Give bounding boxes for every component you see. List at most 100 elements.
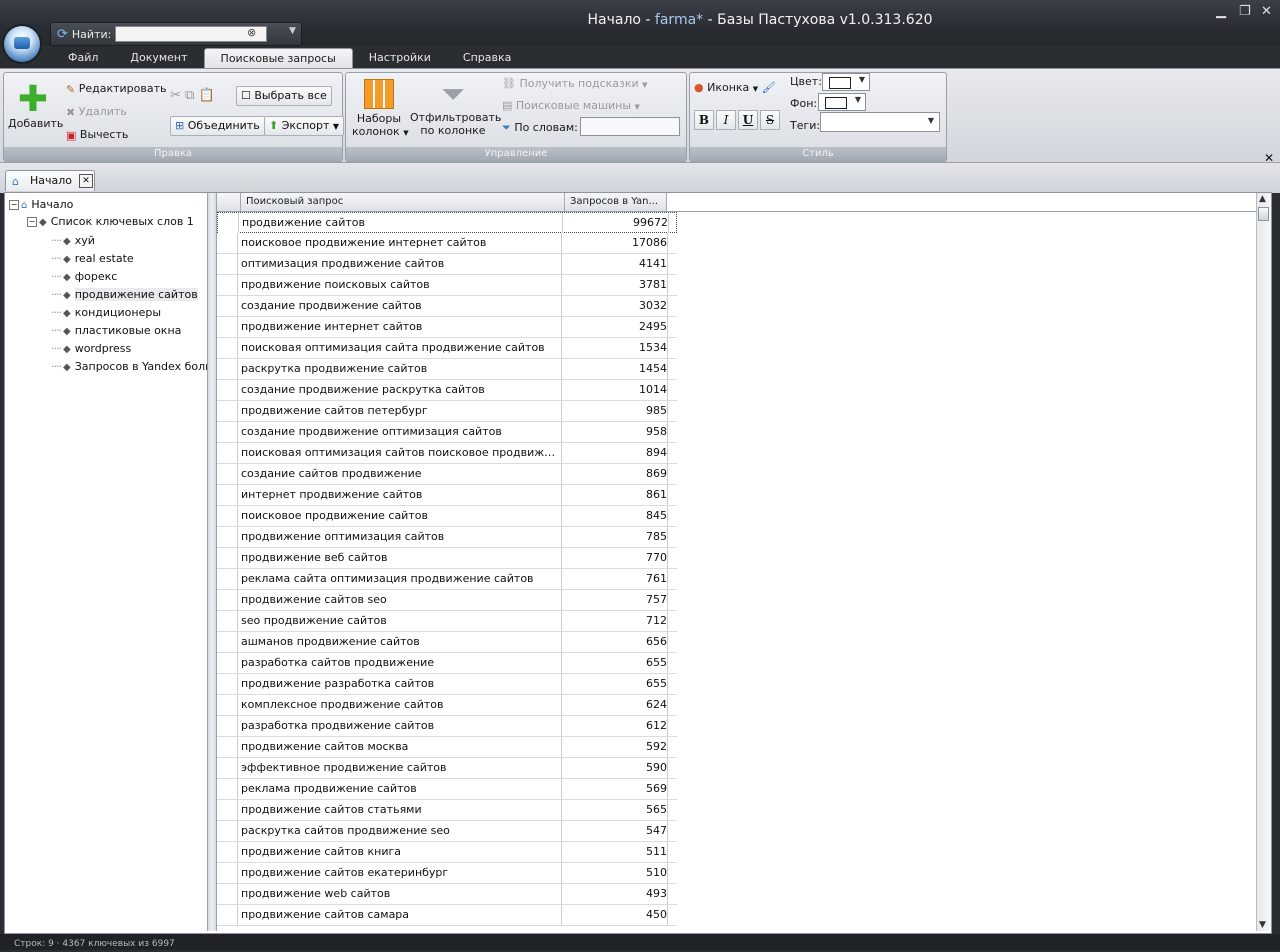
- tab-document[interactable]: Документ: [114, 48, 203, 70]
- count-cell[interactable]: 655: [565, 674, 668, 694]
- bold-button[interactable]: B: [694, 110, 714, 130]
- row-indicator[interactable]: [217, 569, 238, 589]
- count-cell[interactable]: 2495: [565, 317, 668, 337]
- query-cell[interactable]: создание продвижение сайтов: [241, 296, 562, 316]
- count-cell[interactable]: 3032: [565, 296, 668, 316]
- count-cell[interactable]: 656: [565, 632, 668, 652]
- count-cell[interactable]: 770: [565, 548, 668, 568]
- row-indicator[interactable]: [217, 338, 238, 358]
- query-cell[interactable]: продвижение сайтов seo: [241, 590, 562, 610]
- table-row[interactable]: создание продвижение сайтов 3032: [217, 296, 677, 317]
- query-cell[interactable]: ашманов продвижение сайтов: [241, 632, 562, 652]
- count-cell[interactable]: 655: [565, 653, 668, 673]
- column-header-query[interactable]: Поисковый запрос: [241, 193, 565, 211]
- refresh-icon[interactable]: ⟳: [57, 27, 68, 42]
- table-row[interactable]: продвижение сайтов москва 592: [217, 737, 677, 758]
- row-indicator[interactable]: [217, 716, 238, 736]
- scroll-down-icon[interactable]: ▼: [1259, 920, 1266, 930]
- filter-by-column-button[interactable]: ⏷ Отфильтровать по колонке: [410, 79, 501, 138]
- subtract-button[interactable]: ▣ Вычесть: [66, 128, 128, 142]
- tab-file[interactable]: Файл: [52, 48, 114, 70]
- copy-icon[interactable]: ⧉: [185, 88, 194, 103]
- query-cell[interactable]: поисковое продвижение интернет сайтов: [241, 233, 562, 253]
- query-cell[interactable]: поисковая оптимизация сайтов поисковое п…: [241, 443, 562, 463]
- query-cell[interactable]: интернет продвижение сайтов: [241, 485, 562, 505]
- query-cell[interactable]: продвижение веб сайтов: [241, 548, 562, 568]
- row-indicator[interactable]: [217, 233, 238, 253]
- count-cell[interactable]: 869: [565, 464, 668, 484]
- table-row[interactable]: продвижение сайтов seo 757: [217, 590, 677, 611]
- query-cell[interactable]: продвижение разработка сайтов: [241, 674, 562, 694]
- count-cell[interactable]: 1534: [565, 338, 668, 358]
- table-row[interactable]: создание сайтов продвижение 869: [217, 464, 677, 485]
- query-cell[interactable]: комплексное продвижение сайтов: [241, 695, 562, 715]
- count-cell[interactable]: 845: [565, 506, 668, 526]
- query-cell[interactable]: продвижение сайтов петербург: [241, 401, 562, 421]
- count-cell[interactable]: 565: [565, 800, 668, 820]
- scroll-up-icon[interactable]: ▲: [1259, 194, 1266, 204]
- get-hints-button[interactable]: ⛓ Получить подсказки ▼: [502, 77, 648, 90]
- query-cell[interactable]: продвижение сайтов книга: [241, 842, 562, 862]
- query-cell[interactable]: продвижение web сайтов: [241, 884, 562, 904]
- count-cell[interactable]: 569: [565, 779, 668, 799]
- count-cell[interactable]: 547: [565, 821, 668, 841]
- count-cell[interactable]: 590: [565, 758, 668, 778]
- table-row[interactable]: ашманов продвижение сайтов 656: [217, 632, 677, 653]
- vertical-scrollbar[interactable]: ▲ ▼: [1256, 193, 1271, 931]
- italic-button[interactable]: I: [716, 110, 736, 130]
- delete-button[interactable]: ✖ Удалить: [66, 105, 127, 119]
- table-row[interactable]: комплексное продвижение сайтов 624: [217, 695, 677, 716]
- background-picker[interactable]: ▼: [818, 93, 866, 111]
- by-words-input[interactable]: [580, 117, 680, 136]
- count-cell[interactable]: 592: [565, 737, 668, 757]
- close-icon[interactable]: ✕: [1261, 4, 1272, 19]
- query-cell[interactable]: создание продвижение раскрутка сайтов: [241, 380, 562, 400]
- table-row[interactable]: эффективное продвижение сайтов 590: [217, 758, 677, 779]
- export-button[interactable]: ⬆ Экспорт ▼: [264, 116, 345, 136]
- column-header-yandex-count[interactable]: Запросов в Yan...: [565, 193, 667, 211]
- table-row[interactable]: реклама продвижение сайтов 569: [217, 779, 677, 800]
- row-indicator[interactable]: [217, 758, 238, 778]
- icon-button[interactable]: ● Иконка ▼ 🖌: [694, 81, 776, 94]
- binoculars-icon[interactable]: ⊗: [247, 26, 256, 39]
- table-row[interactable]: продвижение разработка сайтов 655: [217, 674, 677, 695]
- table-row[interactable]: продвижение сайтов петербург 985: [217, 401, 677, 422]
- query-cell[interactable]: поисковая оптимизация сайта продвижение …: [241, 338, 562, 358]
- close-icon[interactable]: ✕: [79, 174, 93, 188]
- search-input[interactable]: [115, 26, 268, 42]
- row-indicator[interactable]: [217, 695, 238, 715]
- table-row[interactable]: продвижение сайтов 99672: [217, 212, 677, 233]
- row-indicator[interactable]: [217, 863, 238, 883]
- count-cell[interactable]: 985: [565, 401, 668, 421]
- underline-button[interactable]: U: [738, 110, 758, 130]
- table-row[interactable]: поисковое продвижение интернет сайтов 170…: [217, 233, 677, 254]
- count-cell[interactable]: 1454: [565, 359, 668, 379]
- select-all-button[interactable]: ☐ Выбрать все: [236, 86, 332, 106]
- query-cell[interactable]: продвижение поисковых сайтов: [241, 275, 562, 295]
- table-row[interactable]: поисковая оптимизация сайтов поисковое п…: [217, 443, 677, 464]
- row-indicator[interactable]: [217, 359, 238, 379]
- query-cell[interactable]: реклама сайта оптимизация продвижение са…: [241, 569, 562, 589]
- doc-tab-start[interactable]: ⌂ Начало ✕: [5, 170, 95, 191]
- tree-item[interactable]: ···· ◆ пластиковые окна: [51, 323, 181, 339]
- table-row[interactable]: интернет продвижение сайтов 861: [217, 485, 677, 506]
- row-indicator[interactable]: [217, 653, 238, 673]
- query-cell[interactable]: оптимизация продвижение сайтов: [241, 254, 562, 274]
- query-cell[interactable]: продвижение сайтов екатеринбург: [241, 863, 562, 883]
- count-cell[interactable]: 99672: [566, 213, 669, 233]
- paste-icon[interactable]: 📋: [198, 88, 214, 103]
- row-indicator[interactable]: [217, 254, 238, 274]
- table-row[interactable]: продвижение сайтов екатеринбург 510: [217, 863, 677, 884]
- query-cell[interactable]: раскрутка сайтов продвижение seo: [241, 821, 562, 841]
- row-indicator[interactable]: [217, 779, 238, 799]
- column-sets-button[interactable]: Наборы колонок ▼: [352, 79, 409, 140]
- tab-settings[interactable]: Настройки: [353, 48, 447, 70]
- row-indicator[interactable]: [217, 296, 238, 316]
- row-indicator[interactable]: [217, 884, 238, 904]
- table-row[interactable]: разработка сайтов продвижение 655: [217, 653, 677, 674]
- row-indicator[interactable]: [218, 213, 239, 233]
- count-cell[interactable]: 511: [565, 842, 668, 862]
- count-cell[interactable]: 493: [565, 884, 668, 904]
- query-cell[interactable]: продвижение интернет сайтов: [241, 317, 562, 337]
- close-icon[interactable]: ✕: [1264, 151, 1274, 165]
